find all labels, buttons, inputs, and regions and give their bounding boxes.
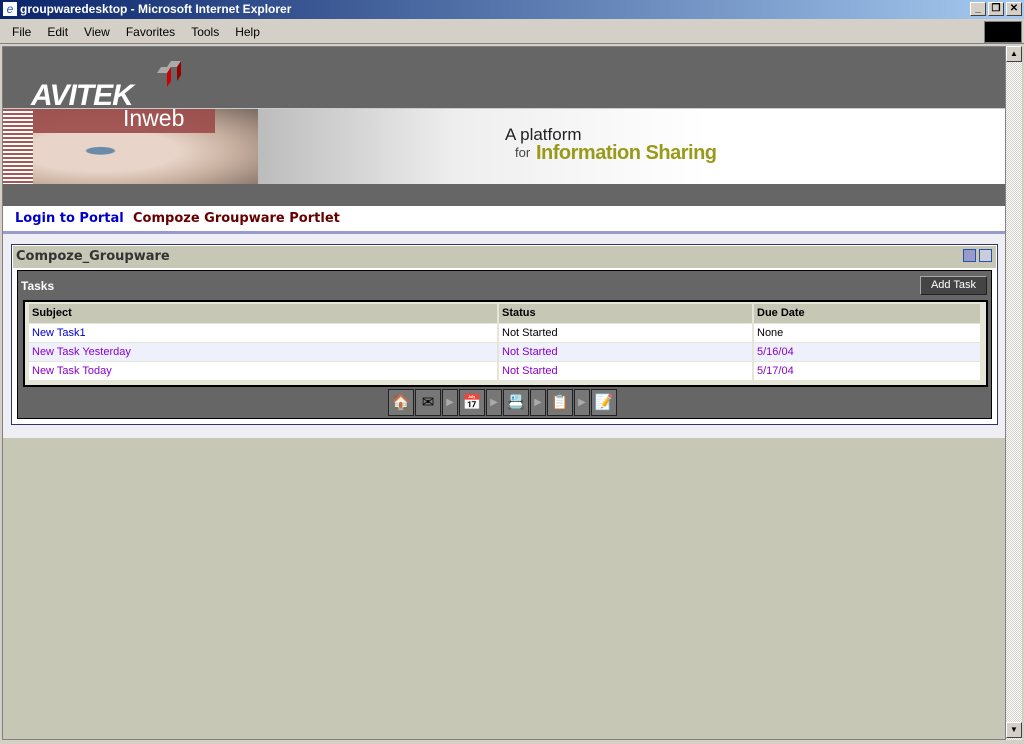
add-task-button[interactable]: Add Task [920,276,987,295]
menu-favorites[interactable]: Favorites [118,25,183,39]
portal-body: Compoze_Groupware Tasks Add Task Subject… [3,234,1005,438]
tab-login-to-portal[interactable]: Login to Portal [11,211,128,230]
arrow-right-icon: ▶ [442,389,458,416]
menu-file[interactable]: File [4,25,39,39]
arrow-right-icon: ▶ [574,389,590,416]
banner-stripes [3,109,33,185]
groupware-portlet: Compoze_Groupware Tasks Add Task Subject… [11,244,998,425]
avitek-logo: AVITEK [31,79,134,112]
close-button[interactable]: ✕ [1006,2,1022,16]
menu-edit[interactable]: Edit [39,25,76,39]
windows-logo-icon [984,21,1022,43]
portal-tabs: Login to Portal Compoze Groupware Portle… [3,206,1005,238]
task-subject-link[interactable]: New Task Yesterday [32,346,131,358]
tasks-table: Subject Status Due Date New Task1 Not St… [29,304,982,380]
column-header-status[interactable]: Status [498,304,754,323]
menu-tools[interactable]: Tools [183,25,227,39]
task-status[interactable]: Not Started [502,346,558,358]
task-status[interactable]: Not Started [502,365,558,377]
menu-view[interactable]: View [76,25,118,39]
tagline-emphasis: Information Sharing [536,142,717,164]
groupware-nav: 🏠 ✉ ▶ 📅 ▶ 📇 ▶ 📋 ▶ 📝 [388,389,618,416]
tasks-heading: Tasks [21,279,55,293]
task-due-date[interactable]: 5/16/04 [757,346,794,358]
mail-icon[interactable]: ✉ [415,389,441,416]
minimize-portlet-icon[interactable] [963,249,976,262]
logo-mark-icon [157,61,181,87]
scroll-up-button[interactable]: ▲ [1006,46,1022,62]
ie-icon: e [3,2,17,16]
tasks-icon[interactable]: 📋 [547,389,573,416]
minimize-button[interactable]: _ [970,2,986,16]
page-content: Inweb A platform for Information Sharing… [2,46,1006,740]
menu-help[interactable]: Help [227,25,268,39]
restore-button[interactable]: ❐ [988,2,1004,16]
tagline-for: for [515,145,531,160]
task-subject-link[interactable]: New Task Today [32,365,112,377]
calendar-icon[interactable]: 📅 [459,389,485,416]
home-icon[interactable]: 🏠 [388,389,414,416]
task-due-date[interactable]: 5/17/04 [757,365,794,377]
portlet-title: Compoze_Groupware [13,246,996,268]
arrow-right-icon: ▶ [486,389,502,416]
window-title-bar: groupwaredesktop - Microsoft Internet Ex… [0,0,1024,19]
scroll-down-button[interactable]: ▼ [1006,722,1022,738]
maximize-portlet-icon[interactable] [979,249,992,262]
vertical-scrollbar[interactable]: ▲ ▼ [1006,46,1022,740]
table-row: New Task1 Not Started None [29,322,982,342]
arrow-right-icon: ▶ [530,389,546,416]
table-row: New Task Yesterday Not Started 5/16/04 [29,341,982,361]
column-header-due-date[interactable]: Due Date [753,304,982,323]
tasks-table-container: Subject Status Due Date New Task1 Not St… [23,300,988,387]
menu-bar: File Edit View Favorites Tools Help [0,20,1024,44]
contacts-icon[interactable]: 📇 [503,389,529,416]
task-due-date: None [753,322,982,342]
window-title: groupwaredesktop - Microsoft Internet Ex… [20,2,292,16]
column-header-subject[interactable]: Subject [29,304,499,323]
task-status: Not Started [498,322,754,342]
notes-icon[interactable]: 📝 [591,389,617,416]
tasks-panel: Tasks Add Task Subject Status Due Date N… [17,270,992,419]
table-row: New Task Today Not Started 5/17/04 [29,360,982,380]
task-subject-link[interactable]: New Task1 [32,327,86,339]
portal-header [3,47,1005,108]
header-band [3,184,1005,206]
banner: Inweb A platform for Information Sharing [3,105,1005,185]
